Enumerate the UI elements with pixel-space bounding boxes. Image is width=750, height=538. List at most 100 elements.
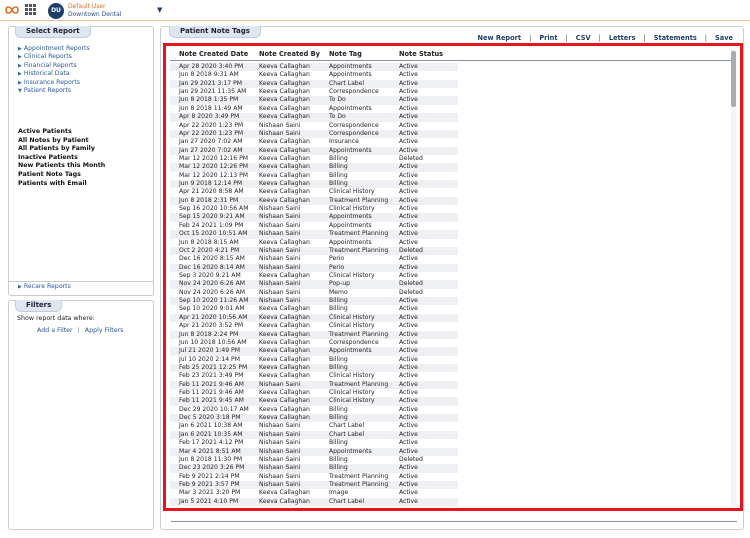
cell-note-created-date: Mar 12 2020 12:26 PM	[179, 163, 249, 171]
report-active-patients[interactable]: Active Patients	[18, 128, 105, 137]
cell-note-created-by: Nishaan Saini	[259, 430, 301, 438]
table-row[interactable]: Sep 3 2020 9:21 AM Keeva Callaghan Clinica…	[170, 272, 458, 280]
table-row[interactable]: Feb 17 2021 4:12 PM Nishaan Saini Billing A…	[170, 439, 458, 447]
cell-note-created-date: Apr 28 2020 3:40 PM	[179, 63, 244, 70]
table-row[interactable]: Sep 10 2020 11:26 AM Nishaan Saini Billing…	[170, 297, 458, 306]
category-patient-reports[interactable]: ▼ Patient Reports	[18, 87, 90, 95]
table-row[interactable]: Mar 12 2020 12:13 PM Keeva Callaghan Billi…	[170, 172, 458, 180]
report-patient-note-tags[interactable]: Patient Note Tags	[18, 171, 105, 180]
table-row[interactable]: Apr 21 2020 8:58 AM Keeva Callaghan Clinic…	[170, 188, 458, 196]
column-header-note-tag[interactable]: Note Tag	[329, 50, 362, 58]
cell-note-tag: Pop-up	[329, 280, 350, 288]
table-row[interactable]: Jan 27 2020 7:02 AM Keeva Callaghan Insura…	[170, 138, 458, 146]
table-row[interactable]: Mar 3 2021 3:20 PM Keeva Callaghan Image Ac…	[170, 489, 458, 497]
cell-note-created-date: Jun 8 2018 2:24 PM	[179, 330, 239, 338]
cell-note-created-by: Keeva Callaghan	[259, 154, 310, 162]
cell-note-status: Active	[399, 363, 418, 371]
table-row[interactable]: Feb 23 2021 3:49 PM Keeva Callaghan Clinic…	[170, 372, 458, 380]
category-appointment-reports[interactable]: ▶ Appointment Reports	[18, 45, 90, 53]
csv-button[interactable]: CSV	[576, 34, 591, 42]
table-row[interactable]: Jan 6 2021 10:35 AM Nishaan Saini Chart La…	[170, 430, 458, 440]
letters-button[interactable]: Letters	[609, 34, 636, 42]
table-row[interactable]: Sep 15 2020 9:21 AM Nishaan Saini Appointm…	[170, 213, 458, 222]
table-row[interactable]: Dec 29 2020 10:17 AM Keeva Callaghan Billi…	[170, 406, 458, 414]
table-row[interactable]: Mar 12 2020 12:26 PM Keeva Callaghan Billi…	[170, 163, 458, 172]
table-row[interactable]: Apr 21 2020 3:52 PM Keeva Callaghan Clinic…	[170, 322, 458, 330]
table-row[interactable]: Dec 16 2020 8:14 AM Nishaan Saini Perio Act…	[170, 263, 458, 272]
table-row[interactable]: Jun 9 2018 12:14 PM Keeva Callaghan Billin…	[170, 180, 458, 189]
table-row[interactable]: Apr 21 2020 10:56 AM Keeva Callaghan Clini…	[170, 313, 458, 323]
table-row[interactable]: Dec 23 2020 3:26 PM Nishaan Saini Billing A…	[170, 464, 458, 473]
report-inactive-patients[interactable]: Inactive Patients	[18, 154, 105, 163]
table-row[interactable]: Feb 25 2021 12:25 PM Keeva Callaghan Billi…	[170, 363, 458, 373]
apps-grid-icon[interactable]	[25, 4, 36, 15]
table-row[interactable]: Mar 12 2020 12:16 PM Keeva Callaghan Billi…	[170, 155, 458, 163]
app-logo-icon[interactable]	[4, 4, 20, 16]
table-row[interactable]: Apr 22 2020 1:23 PM Nishaan Saini Correspo…	[170, 129, 458, 139]
table-row[interactable]: Apr 28 2020 3:40 PM Keeva Callaghan Appoin…	[170, 63, 458, 72]
cell-note-status: Active	[399, 205, 418, 213]
category-clinical-reports[interactable]: ▶ Clinical Reports	[18, 53, 90, 61]
table-row[interactable]: Dec 16 2020 8:15 AM Nishaan Saini Perio Act…	[170, 255, 458, 263]
table-row[interactable]: Jun 8 2018 11:30 PM Nishaan Saini Billing D…	[170, 456, 458, 464]
table-row[interactable]: Feb 9 2021 2:14 PM Nishaan Saini Treatment…	[170, 473, 458, 481]
table-row[interactable]: Jan 6 2021 10:38 AM Nishaan Saini Chart La…	[170, 422, 458, 430]
column-header-note-created-by[interactable]: Note Created By	[259, 50, 320, 58]
table-row[interactable]: Oct 15 2020 10:51 AM Nishaan Saini Treatme…	[170, 230, 458, 239]
office-name[interactable]: Downtown Dental	[68, 11, 121, 18]
save-button[interactable]: Save	[715, 34, 733, 42]
table-row[interactable]: Jan 29 2021 11:35 AM Keeva Callaghan Corre…	[170, 88, 458, 96]
table-row[interactable]: Feb 11 2021 9:46 AM Nishaan Saini Treatmen…	[170, 380, 458, 390]
table-row[interactable]: Apr 8 2020 3:49 PM Keeva Callaghan To Do Ac…	[170, 113, 458, 122]
category-insurance-reports[interactable]: ▶ Insurance Reports	[18, 79, 90, 87]
triangle-right-icon: ▶	[18, 54, 22, 61]
table-row[interactable]: Jan 5 2021 4:10 PM Keeva Callaghan Chart L…	[170, 497, 458, 507]
separator: |	[529, 34, 532, 42]
table-row[interactable]: Jul 21 2020 1:49 PM Keeva Callaghan Appoin…	[170, 347, 458, 356]
table-row[interactable]: Sep 16 2020 10:56 AM Nishaan Saini Clinica…	[170, 205, 458, 213]
cell-note-created-date: Sep 10 2020 11:26 AM	[179, 297, 249, 305]
apply-filters-link[interactable]: Apply Filters	[85, 327, 124, 334]
new-report-button[interactable]: New Report	[478, 34, 522, 42]
table-row[interactable]: Feb 24 2021 1:09 PM Nishaan Saini Appointm…	[170, 222, 458, 230]
table-row[interactable]: Jun 8 2018 1:35 PM Keeva Callaghan To Do Ac…	[170, 96, 458, 105]
table-row[interactable]: Apr 22 2020 1:23 PM Nishaan Saini Correspo…	[170, 122, 458, 130]
table-row[interactable]: Feb 11 2021 9:46 AM Keeva Callaghan Clinic…	[170, 389, 458, 397]
table-row[interactable]: Jun 8 2018 9:31 AM Keeva Callaghan Appoint…	[170, 71, 458, 79]
table-row[interactable]: Jan 29 2021 3:17 PM Keeva Callaghan Chart …	[170, 79, 458, 89]
category-historical-data[interactable]: ▶ Historical Data	[18, 70, 90, 78]
table-row[interactable]: Jan 27 2020 7:02 AM Keeva Callaghan Appoin…	[170, 146, 458, 155]
table-row[interactable]: Sep 10 2020 9:01 AM Keeva Callaghan Billin…	[170, 305, 458, 313]
cell-note-status: Active	[399, 213, 418, 221]
table-row[interactable]: Jul 10 2020 2:14 PM Keeva Callaghan Billin…	[170, 356, 458, 364]
table-row[interactable]: Dec 5 2020 3:18 PM Keeva Callaghan Billing…	[170, 414, 458, 423]
statements-button[interactable]: Statements	[654, 34, 697, 42]
table-row[interactable]: Jun 8 2018 11:49 AM Keeva Callaghan Appoin…	[170, 105, 458, 113]
scrollbar-thumb[interactable]	[731, 51, 736, 107]
table-row[interactable]: Feb 11 2021 9:45 AM Keeva Callaghan Clinic…	[170, 397, 458, 406]
table-row[interactable]: Nov 24 2020 6:26 AM Nishaan Saini Memo Dele…	[170, 289, 458, 297]
table-row[interactable]: Jun 10 2018 10:56 AM Keeva Callaghan Corre…	[170, 339, 458, 347]
chevron-down-icon[interactable]: ▼	[157, 6, 162, 14]
category-financial-reports[interactable]: ▶ Financial Reports	[18, 62, 90, 70]
avatar[interactable]: DU	[48, 3, 64, 19]
table-row[interactable]: Mar 4 2021 8:51 AM Nishaan Saini Appointme…	[170, 447, 458, 456]
table-row[interactable]: Nov 24 2020 6:26 AM Nishaan Saini Pop-up De…	[170, 280, 458, 289]
report-patients-with-email[interactable]: Patients with Email	[18, 180, 105, 189]
category-recare-reports[interactable]: ▶ Recare Reports	[18, 283, 71, 290]
user-name[interactable]: Default User	[68, 3, 106, 10]
table-row[interactable]: Oct 2 2020 4:21 PM Nishaan Saini Treatment…	[170, 246, 458, 256]
table-row[interactable]: Jun 8 2018 8:15 AM Keeva Callaghan Appoint…	[170, 239, 458, 247]
table-row[interactable]: Feb 9 2021 3:57 PM Nishaan Saini Treatment…	[170, 480, 458, 490]
report-new-patients-this-month[interactable]: New Patients this Month	[18, 162, 105, 171]
cell-note-created-by: Keeva Callaghan	[259, 405, 310, 413]
table-row[interactable]: Jun 8 2018 2:24 PM Keeva Callaghan Treatme…	[170, 330, 458, 339]
report-all-notes-by-patient[interactable]: All Notes by Patient	[18, 137, 105, 146]
table-row[interactable]: Jun 8 2018 2:31 PM Keeva Callaghan Treatme…	[170, 196, 458, 206]
report-all-patients-by-family[interactable]: All Patients by Family	[18, 145, 105, 154]
column-header-note-created-date[interactable]: Note Created Date	[179, 50, 248, 58]
add-filter-link[interactable]: Add a Filter	[37, 327, 73, 334]
vertical-scrollbar[interactable]	[731, 49, 736, 507]
print-button[interactable]: Print	[539, 34, 557, 42]
column-header-note-status[interactable]: Note Status	[399, 50, 443, 58]
